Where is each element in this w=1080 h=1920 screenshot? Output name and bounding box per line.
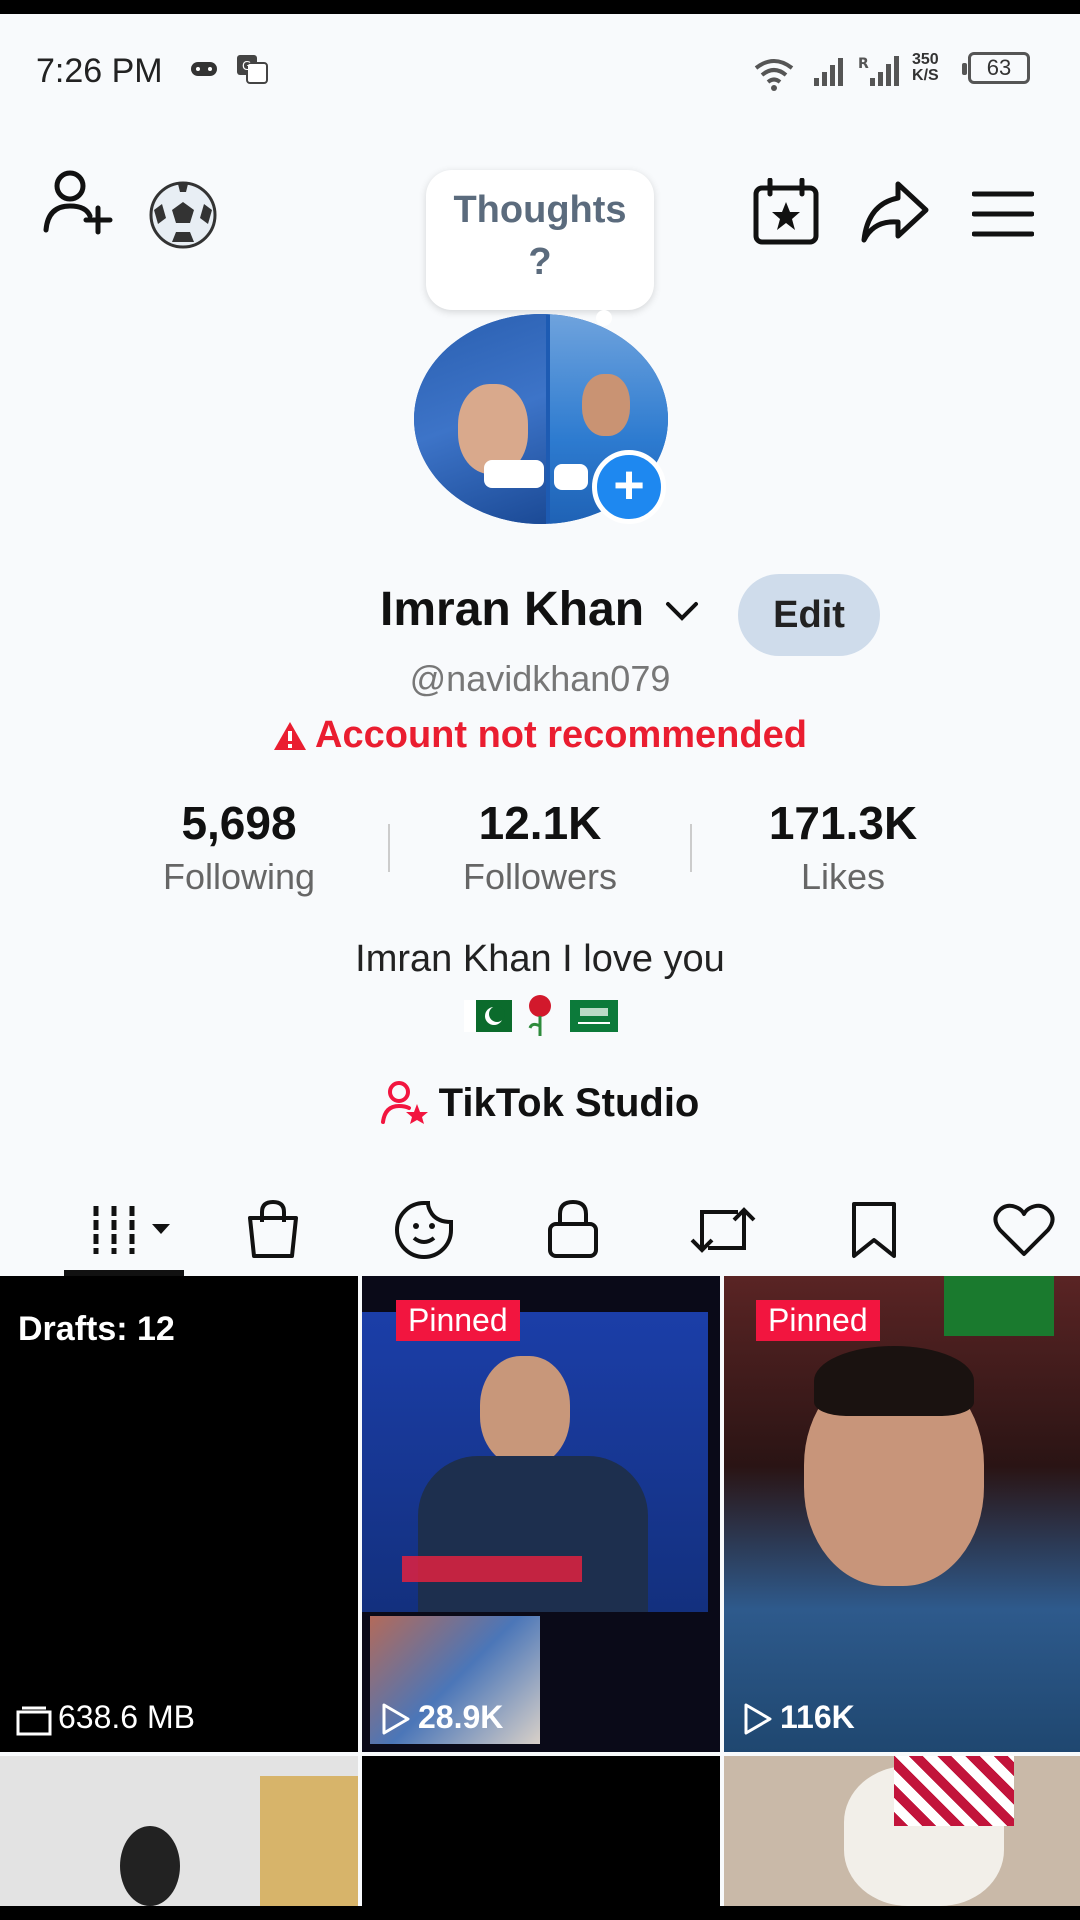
profile-name[interactable]: Imran Khan [380, 582, 644, 637]
wifi-icon [752, 56, 796, 97]
video-tile[interactable] [724, 1756, 1080, 1906]
status-bar: 7:26 PM G R 350 K/S 63 [0, 14, 1080, 124]
video-tile[interactable] [362, 1756, 720, 1906]
tiktok-studio-link[interactable]: TikTok Studio [0, 1080, 1080, 1126]
drafts-size: 638.6 MB [16, 1699, 195, 1736]
warning-icon [274, 722, 307, 750]
followers-label: Followers [462, 856, 618, 897]
folder-icon [16, 1706, 52, 1736]
following-count: 5,698 [181, 797, 297, 849]
pinned-badge: Pinned [396, 1300, 520, 1341]
profile-screen: 7:26 PM G R 350 K/S 63 Thoughts ? + Imra… [0, 14, 1080, 1906]
video-grid: Drafts: 12 638.6 MB Pinned 28.9K Pinned [0, 1276, 1080, 1906]
signal-icon [812, 56, 846, 93]
bio-emoji-row [462, 992, 622, 1043]
account-warning[interactable]: Account not recommended [0, 714, 1080, 757]
stat-divider [690, 824, 692, 872]
video-tile[interactable] [0, 1756, 358, 1906]
thoughts-bubble[interactable]: Thoughts? [426, 170, 654, 310]
followers-count: 12.1K [478, 797, 602, 849]
stat-following[interactable]: 5,698 Following [109, 796, 369, 898]
drafts-count: Drafts: 12 [18, 1310, 175, 1348]
game-controller-icon [190, 58, 218, 85]
battery-indicator: 63 [962, 52, 1030, 84]
view-count: 28.9K [380, 1699, 503, 1736]
add-story-button[interactable]: + [592, 450, 666, 524]
creator-star-icon [380, 1081, 428, 1124]
translate-icon: G [236, 54, 268, 89]
sticker-icon[interactable] [394, 1200, 454, 1265]
view-count: 116K [742, 1699, 855, 1736]
svg-text:R: R [858, 56, 869, 72]
profile-bio: Imran Khan I love you [355, 938, 725, 980]
soccer-ball-icon[interactable] [148, 180, 218, 255]
heart-icon[interactable] [992, 1202, 1056, 1263]
stat-divider [388, 824, 390, 872]
edit-profile-button[interactable]: Edit [738, 574, 880, 656]
stat-likes[interactable]: 171.3K Likes [713, 796, 973, 898]
tiktok-studio-label: TikTok Studio [438, 1081, 700, 1125]
menu-icon[interactable] [971, 190, 1035, 243]
likes-label: Likes [800, 856, 886, 897]
signal-roaming-icon: R [858, 54, 902, 93]
lock-icon[interactable] [546, 1198, 600, 1265]
flag-pakistan-icon [464, 1000, 512, 1032]
video-tile[interactable]: Pinned 116K [724, 1276, 1080, 1752]
share-icon[interactable] [860, 180, 930, 249]
following-label: Following [162, 856, 316, 897]
videos-grid-icon[interactable] [90, 1202, 180, 1263]
drafts-tile[interactable]: Drafts: 12 638.6 MB [0, 1276, 358, 1752]
calendar-star-icon[interactable] [752, 177, 820, 251]
play-icon [382, 1703, 410, 1735]
play-icon [744, 1703, 772, 1735]
likes-count: 171.3K [768, 797, 918, 849]
video-tile[interactable]: Pinned 28.9K [362, 1276, 720, 1752]
add-friend-icon[interactable] [42, 166, 114, 241]
profile-handle: @navidkhan079 [409, 658, 671, 699]
status-time: 7:26 PM [36, 52, 163, 90]
network-speed: 350 K/S [912, 51, 939, 84]
repost-icon[interactable] [690, 1202, 756, 1263]
flag-saudi-arabia-icon [570, 1000, 618, 1032]
account-warning-text: Account not recommended [315, 714, 807, 756]
svg-text:G: G [242, 59, 251, 73]
shop-bag-icon[interactable] [244, 1198, 302, 1265]
rose-icon [528, 995, 551, 1036]
chevron-down-icon[interactable] [664, 600, 700, 629]
stat-followers[interactable]: 12.1K Followers [410, 796, 670, 898]
pinned-badge: Pinned [756, 1300, 880, 1341]
bookmark-icon[interactable] [850, 1200, 898, 1265]
